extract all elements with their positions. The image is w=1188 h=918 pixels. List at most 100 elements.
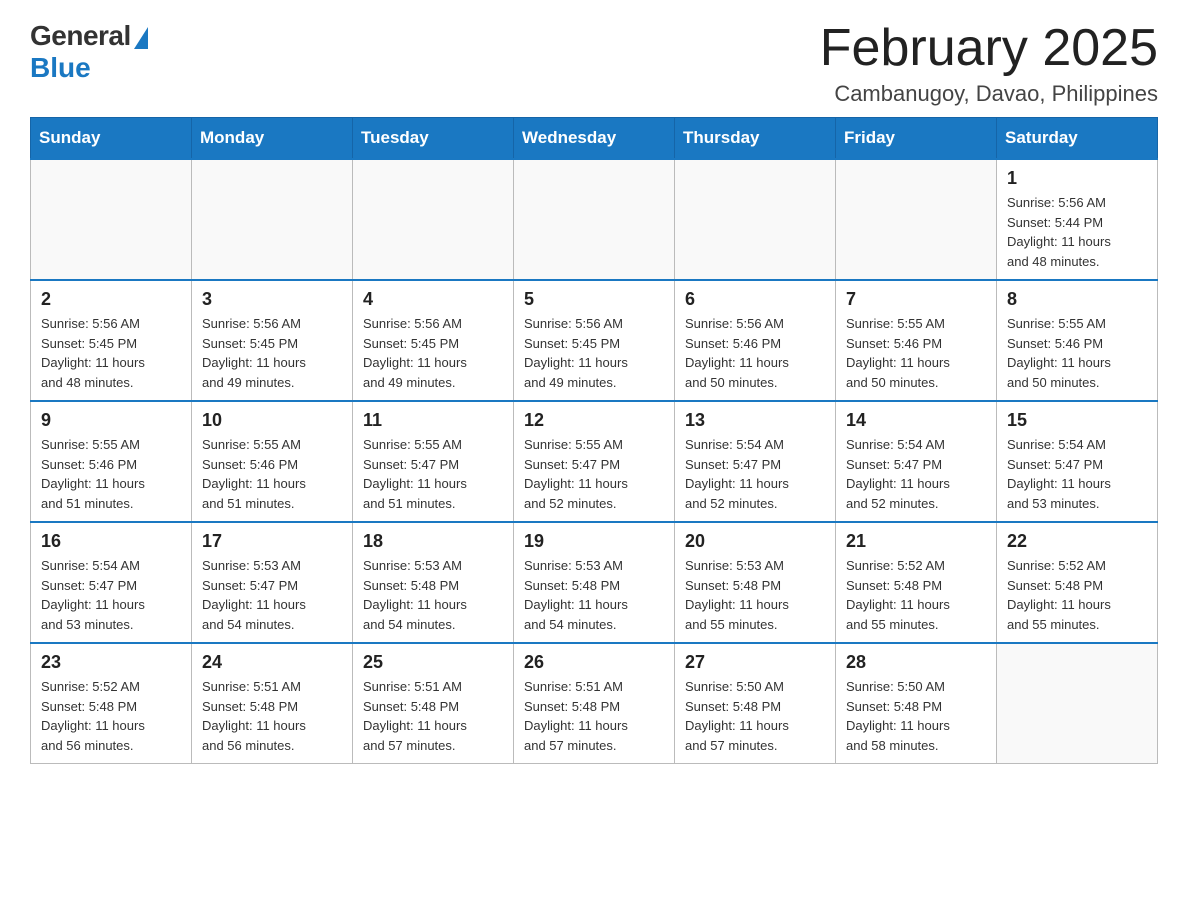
calendar-cell: 19 Sunrise: 5:53 AMSunset: 5:48 PMDayligh… xyxy=(514,522,675,643)
day-number: 20 xyxy=(685,531,825,552)
day-info: Sunrise: 5:53 AMSunset: 5:48 PMDaylight:… xyxy=(524,556,664,634)
header-friday: Friday xyxy=(836,118,997,160)
calendar-header: Sunday Monday Tuesday Wednesday Thursday… xyxy=(31,118,1158,160)
day-number: 10 xyxy=(202,410,342,431)
day-number: 1 xyxy=(1007,168,1147,189)
calendar-cell: 7 Sunrise: 5:55 AMSunset: 5:46 PMDaylight… xyxy=(836,280,997,401)
day-info: Sunrise: 5:50 AMSunset: 5:48 PMDaylight:… xyxy=(685,677,825,755)
calendar-cell xyxy=(675,159,836,280)
day-number: 9 xyxy=(41,410,181,431)
day-info: Sunrise: 5:56 AMSunset: 5:45 PMDaylight:… xyxy=(363,314,503,392)
day-info: Sunrise: 5:55 AMSunset: 5:47 PMDaylight:… xyxy=(363,435,503,513)
calendar-cell: 2 Sunrise: 5:56 AMSunset: 5:45 PMDaylight… xyxy=(31,280,192,401)
day-number: 19 xyxy=(524,531,664,552)
day-info: Sunrise: 5:51 AMSunset: 5:48 PMDaylight:… xyxy=(363,677,503,755)
logo-general-text: General xyxy=(30,20,131,52)
day-info: Sunrise: 5:56 AMSunset: 5:45 PMDaylight:… xyxy=(202,314,342,392)
logo: General Blue xyxy=(30,20,148,84)
header-sunday: Sunday xyxy=(31,118,192,160)
day-number: 21 xyxy=(846,531,986,552)
day-info: Sunrise: 5:55 AMSunset: 5:46 PMDaylight:… xyxy=(846,314,986,392)
day-info: Sunrise: 5:52 AMSunset: 5:48 PMDaylight:… xyxy=(41,677,181,755)
calendar-cell: 10 Sunrise: 5:55 AMSunset: 5:46 PMDayligh… xyxy=(192,401,353,522)
day-info: Sunrise: 5:53 AMSunset: 5:47 PMDaylight:… xyxy=(202,556,342,634)
calendar-cell: 13 Sunrise: 5:54 AMSunset: 5:47 PMDayligh… xyxy=(675,401,836,522)
logo-blue-text: Blue xyxy=(30,52,91,84)
day-number: 22 xyxy=(1007,531,1147,552)
day-number: 26 xyxy=(524,652,664,673)
day-number: 15 xyxy=(1007,410,1147,431)
day-info: Sunrise: 5:52 AMSunset: 5:48 PMDaylight:… xyxy=(846,556,986,634)
day-info: Sunrise: 5:56 AMSunset: 5:46 PMDaylight:… xyxy=(685,314,825,392)
day-number: 7 xyxy=(846,289,986,310)
day-number: 4 xyxy=(363,289,503,310)
day-number: 2 xyxy=(41,289,181,310)
calendar-cell: 22 Sunrise: 5:52 AMSunset: 5:48 PMDayligh… xyxy=(997,522,1158,643)
calendar-cell: 15 Sunrise: 5:54 AMSunset: 5:47 PMDayligh… xyxy=(997,401,1158,522)
day-number: 11 xyxy=(363,410,503,431)
calendar-cell xyxy=(31,159,192,280)
day-number: 17 xyxy=(202,531,342,552)
day-info: Sunrise: 5:55 AMSunset: 5:46 PMDaylight:… xyxy=(202,435,342,513)
day-info: Sunrise: 5:53 AMSunset: 5:48 PMDaylight:… xyxy=(363,556,503,634)
week-row-2: 2 Sunrise: 5:56 AMSunset: 5:45 PMDaylight… xyxy=(31,280,1158,401)
calendar-cell: 18 Sunrise: 5:53 AMSunset: 5:48 PMDayligh… xyxy=(353,522,514,643)
week-row-1: 1Sunrise: 5:56 AMSunset: 5:44 PMDaylight… xyxy=(31,159,1158,280)
day-info: Sunrise: 5:53 AMSunset: 5:48 PMDaylight:… xyxy=(685,556,825,634)
calendar-cell: 25 Sunrise: 5:51 AMSunset: 5:48 PMDayligh… xyxy=(353,643,514,764)
header-thursday: Thursday xyxy=(675,118,836,160)
calendar-table: Sunday Monday Tuesday Wednesday Thursday… xyxy=(30,117,1158,764)
calendar-cell: 3 Sunrise: 5:56 AMSunset: 5:45 PMDaylight… xyxy=(192,280,353,401)
calendar-cell: 4 Sunrise: 5:56 AMSunset: 5:45 PMDaylight… xyxy=(353,280,514,401)
header-tuesday: Tuesday xyxy=(353,118,514,160)
calendar-cell: 20 Sunrise: 5:53 AMSunset: 5:48 PMDayligh… xyxy=(675,522,836,643)
header-row: Sunday Monday Tuesday Wednesday Thursday… xyxy=(31,118,1158,160)
day-number: 13 xyxy=(685,410,825,431)
calendar-cell: 26 Sunrise: 5:51 AMSunset: 5:48 PMDayligh… xyxy=(514,643,675,764)
header-wednesday: Wednesday xyxy=(514,118,675,160)
calendar-cell: 14Sunrise: 5:54 AMSunset: 5:47 PMDayligh… xyxy=(836,401,997,522)
calendar-cell: 28Sunrise: 5:50 AMSunset: 5:48 PMDayligh… xyxy=(836,643,997,764)
day-number: 18 xyxy=(363,531,503,552)
header-monday: Monday xyxy=(192,118,353,160)
day-info: Sunrise: 5:54 AMSunset: 5:47 PMDaylight:… xyxy=(41,556,181,634)
day-number: 25 xyxy=(363,652,503,673)
calendar-cell: 24Sunrise: 5:51 AMSunset: 5:48 PMDayligh… xyxy=(192,643,353,764)
day-number: 8 xyxy=(1007,289,1147,310)
calendar-cell: 16Sunrise: 5:54 AMSunset: 5:47 PMDayligh… xyxy=(31,522,192,643)
week-row-5: 23 Sunrise: 5:52 AMSunset: 5:48 PMDayligh… xyxy=(31,643,1158,764)
title-area: February 2025 Cambanugoy, Davao, Philipp… xyxy=(820,20,1158,107)
day-number: 27 xyxy=(685,652,825,673)
day-number: 28 xyxy=(846,652,986,673)
day-info: Sunrise: 5:54 AMSunset: 5:47 PMDaylight:… xyxy=(846,435,986,513)
day-info: Sunrise: 5:52 AMSunset: 5:48 PMDaylight:… xyxy=(1007,556,1147,634)
day-number: 3 xyxy=(202,289,342,310)
day-info: Sunrise: 5:56 AMSunset: 5:45 PMDaylight:… xyxy=(41,314,181,392)
calendar-cell xyxy=(514,159,675,280)
day-info: Sunrise: 5:51 AMSunset: 5:48 PMDaylight:… xyxy=(202,677,342,755)
day-info: Sunrise: 5:54 AMSunset: 5:47 PMDaylight:… xyxy=(1007,435,1147,513)
calendar-body: 1Sunrise: 5:56 AMSunset: 5:44 PMDaylight… xyxy=(31,159,1158,764)
calendar-cell xyxy=(353,159,514,280)
calendar-cell: 8 Sunrise: 5:55 AMSunset: 5:46 PMDaylight… xyxy=(997,280,1158,401)
day-info: Sunrise: 5:51 AMSunset: 5:48 PMDaylight:… xyxy=(524,677,664,755)
calendar-cell: 6 Sunrise: 5:56 AMSunset: 5:46 PMDaylight… xyxy=(675,280,836,401)
calendar-cell xyxy=(192,159,353,280)
day-info: Sunrise: 5:54 AMSunset: 5:47 PMDaylight:… xyxy=(685,435,825,513)
day-number: 12 xyxy=(524,410,664,431)
week-row-3: 9 Sunrise: 5:55 AMSunset: 5:46 PMDaylight… xyxy=(31,401,1158,522)
day-number: 5 xyxy=(524,289,664,310)
week-row-4: 16Sunrise: 5:54 AMSunset: 5:47 PMDayligh… xyxy=(31,522,1158,643)
day-number: 6 xyxy=(685,289,825,310)
day-number: 23 xyxy=(41,652,181,673)
calendar-cell: 21 Sunrise: 5:52 AMSunset: 5:48 PMDayligh… xyxy=(836,522,997,643)
calendar-cell: 17 Sunrise: 5:53 AMSunset: 5:47 PMDayligh… xyxy=(192,522,353,643)
day-info: Sunrise: 5:55 AMSunset: 5:46 PMDaylight:… xyxy=(1007,314,1147,392)
header-saturday: Saturday xyxy=(997,118,1158,160)
calendar-cell: 1Sunrise: 5:56 AMSunset: 5:44 PMDaylight… xyxy=(997,159,1158,280)
calendar-cell: 11 Sunrise: 5:55 AMSunset: 5:47 PMDayligh… xyxy=(353,401,514,522)
calendar-cell xyxy=(997,643,1158,764)
calendar-cell: 27 Sunrise: 5:50 AMSunset: 5:48 PMDayligh… xyxy=(675,643,836,764)
page-header: General Blue February 2025 Cambanugoy, D… xyxy=(30,20,1158,107)
day-info: Sunrise: 5:55 AMSunset: 5:47 PMDaylight:… xyxy=(524,435,664,513)
